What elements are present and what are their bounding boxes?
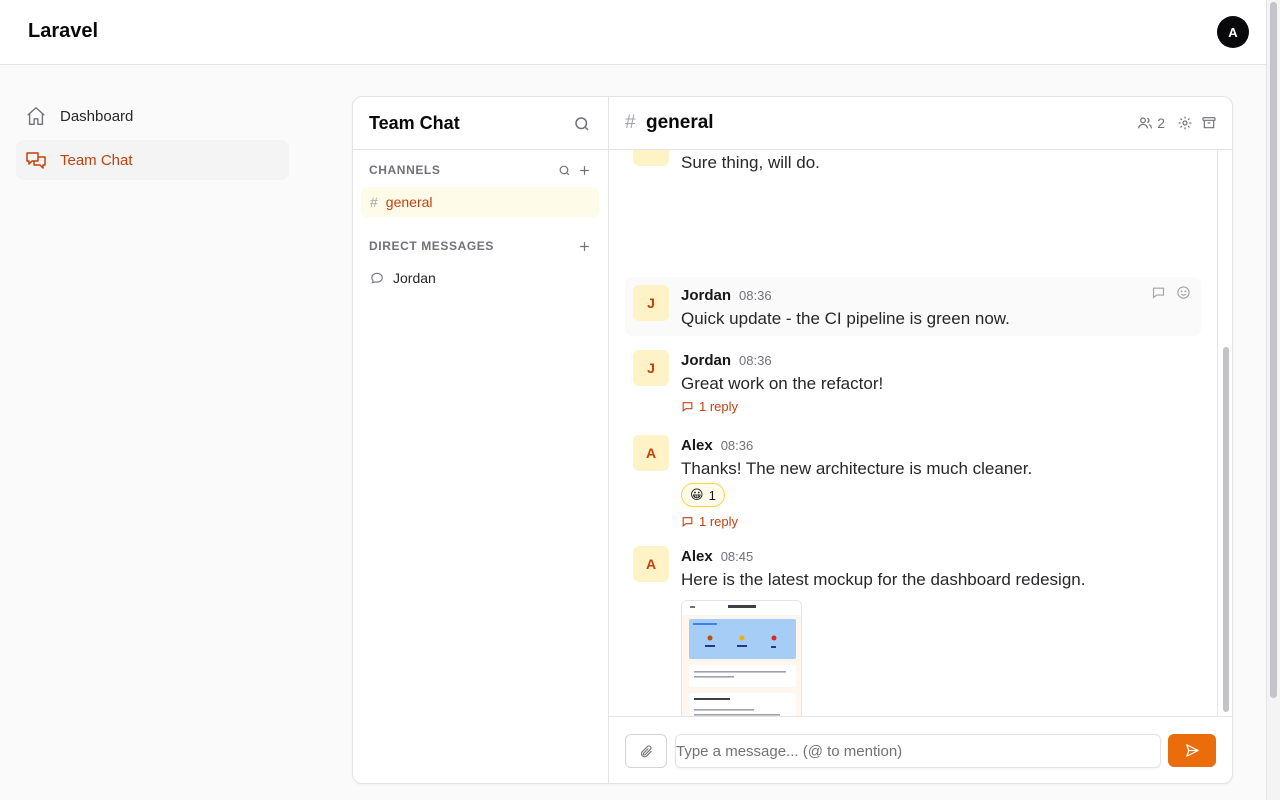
message-composer [609, 716, 1232, 783]
message-scrollbar-thumb[interactable] [1223, 347, 1229, 712]
message-input[interactable] [675, 734, 1161, 768]
thread-reply-link[interactable]: 1 reply [681, 514, 738, 529]
users-icon [1138, 117, 1153, 129]
message-item: J Jordan 08:36 Great work on the refacto… [625, 342, 1201, 422]
reaction-count: 1 [708, 487, 716, 503]
side-nav: Dashboard Team Chat [16, 96, 289, 184]
chat-bubbles-icon [24, 148, 48, 172]
add-dm-icon[interactable] [577, 239, 591, 253]
chat-sidebar: Team Chat CHANNELS # general DIRECT MESS… [353, 97, 609, 783]
page-scrollbar[interactable] [1266, 0, 1280, 800]
message-text: Thanks! The new architecture is much cle… [681, 459, 1033, 478]
thread-reply-link[interactable]: 1 reply [681, 399, 738, 414]
brand-logo[interactable]: Laravel [28, 20, 98, 43]
mockup-thumbnail [682, 601, 801, 716]
channel-hash: # [625, 112, 636, 133]
message-time: 08:36 [739, 288, 772, 303]
message-author[interactable]: Jordan [681, 352, 731, 369]
message-item: J Jordan 08:36 Quick update - the CI pip… [625, 277, 1201, 336]
chat-panel: Team Chat CHANNELS # general DIRECT MESS… [352, 96, 1233, 784]
message-author[interactable]: Jordan [681, 287, 731, 304]
member-count: 2 [1157, 115, 1165, 131]
message-author[interactable]: Alex [681, 548, 713, 565]
channel-name: general [385, 194, 433, 210]
message-item: A Alex 08:45 Here is the latest mockup f… [625, 538, 1201, 716]
dm-name: Jordan [393, 270, 436, 286]
members-button[interactable]: 2 [1137, 115, 1165, 131]
search-icon[interactable] [572, 114, 592, 134]
reply-icon [682, 517, 693, 527]
message-time: 08:36 [720, 438, 754, 453]
message-meta: Jordan 08:36 [681, 287, 772, 304]
reply-count: 1 reply [699, 514, 739, 529]
send-button[interactable] [1168, 734, 1216, 767]
add-reaction-icon[interactable] [1176, 285, 1191, 300]
message-item: Sure thing, will do. [625, 150, 1201, 176]
reaction-chip[interactable]: 😀 1 [681, 483, 725, 507]
settings-icon[interactable] [1177, 115, 1193, 131]
message-text: Quick update - the CI pipeline is green … [681, 309, 1010, 328]
message-meta: Jordan 08:36 [681, 352, 772, 369]
message-text: Sure thing, will do. [681, 153, 820, 172]
nav-item-dashboard[interactable]: Dashboard [16, 96, 289, 136]
top-bar: Laravel A [0, 0, 1266, 65]
message-actions [1151, 285, 1191, 300]
attach-file-button[interactable] [625, 734, 667, 768]
message-time: 08:36 [739, 353, 772, 368]
message-avatar: A [633, 435, 669, 471]
reaction-emoji: 😀 [690, 487, 704, 502]
message-avatar [633, 150, 669, 166]
direct-messages-label: DIRECT MESSAGES [369, 239, 495, 253]
reply-in-thread-icon[interactable] [1151, 285, 1166, 300]
paperclip-icon [640, 744, 652, 757]
message-avatar: A [633, 546, 669, 582]
message-meta: Alex 08:45 [681, 548, 753, 565]
add-channel-icon[interactable] [577, 163, 591, 177]
message-meta: Alex 08:36 [681, 437, 753, 454]
nav-label: Dashboard [60, 107, 134, 125]
send-icon [1185, 744, 1199, 757]
message-author[interactable]: Alex [681, 437, 713, 454]
message-text: Here is the latest mockup for the dashbo… [681, 570, 1086, 589]
channel-item-general[interactable]: # general [361, 187, 599, 217]
nav-item-team-chat[interactable]: Team Chat [16, 140, 289, 180]
message-list: Sure thing, will do. J Jordan 08:36 Quic… [609, 150, 1217, 716]
message-text: Great work on the refactor! [681, 374, 884, 393]
dm-bubble-icon [370, 271, 384, 285]
channel-tools: 2 [1137, 115, 1217, 131]
message-scrollbar[interactable] [1217, 150, 1232, 716]
archive-icon[interactable] [1201, 115, 1217, 131]
channel-header: # general 2 [609, 97, 1232, 150]
channel-pane: # general 2 Sure thing, will do. J Jorda… [609, 97, 1232, 783]
home-icon [24, 104, 48, 128]
message-avatar: J [633, 285, 669, 321]
channels-label: CHANNELS [369, 163, 441, 177]
page-scrollbar-thumb[interactable] [1270, 2, 1277, 698]
message-item: A Alex 08:36 Thanks! The new architectur… [625, 427, 1201, 535]
hash-icon: # [370, 194, 378, 210]
search-channels-icon[interactable] [557, 163, 571, 177]
reply-icon [682, 402, 693, 412]
dm-item-jordan[interactable]: Jordan [361, 263, 599, 293]
image-attachment[interactable] [681, 600, 802, 716]
message-avatar: J [633, 350, 669, 386]
message-time: 08:45 [720, 549, 754, 564]
chat-sidebar-header: Team Chat [353, 97, 608, 150]
reply-count: 1 reply [699, 399, 739, 414]
nav-label: Team Chat [60, 151, 133, 169]
chat-title: Team Chat [369, 113, 460, 133]
user-avatar[interactable]: A [1217, 16, 1249, 48]
channel-title: general [646, 112, 714, 133]
